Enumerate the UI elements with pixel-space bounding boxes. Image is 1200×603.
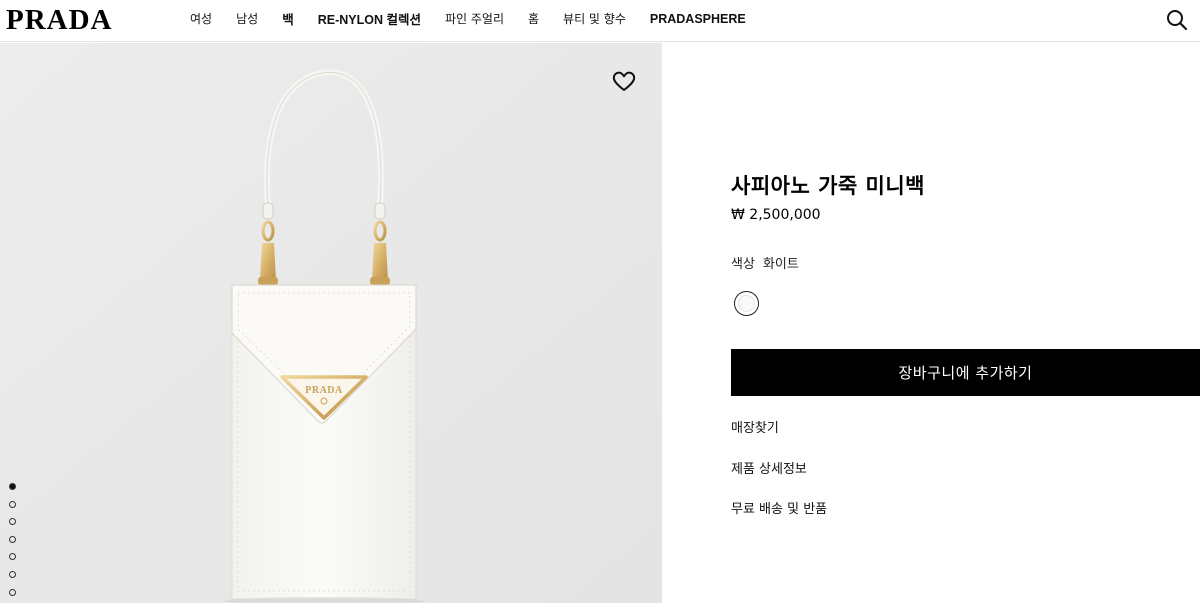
logo-text: PRADA: [6, 4, 113, 33]
product-details-link[interactable]: 제품 상세정보: [731, 458, 807, 477]
gallery-dot[interactable]: [9, 570, 16, 578]
color-selector-label: 색상 화이트: [731, 253, 799, 272]
color-swatch-white[interactable]: [734, 291, 759, 316]
gallery-dot[interactable]: [9, 535, 16, 543]
nav-bags[interactable]: 백: [282, 9, 294, 28]
product-image: PRADA: [0, 43, 662, 603]
gallery-dot[interactable]: [9, 500, 16, 508]
shipping-returns-link[interactable]: 무료 배송 및 반품: [731, 498, 827, 517]
gallery-dot[interactable]: [9, 588, 16, 596]
gallery-dot[interactable]: [9, 553, 16, 561]
nav-beauty-fragrance[interactable]: 뷰티 및 향수: [563, 10, 626, 27]
main-nav: 여성 남성 백 RE-NYLON 컬렉션 파인 주얼리 홈 뷰티 및 향수 PR…: [190, 0, 770, 37]
nav-fine-jewelry[interactable]: 파인 주얼리: [445, 10, 504, 27]
nav-men[interactable]: 남성: [236, 10, 258, 27]
gallery-dot[interactable]: [9, 518, 16, 526]
gallery-dot[interactable]: [9, 483, 16, 490]
gallery-pagination: [9, 483, 17, 603]
nav-re-nylon[interactable]: RE-NYLON 컬렉션: [318, 9, 421, 28]
color-label: 색상: [731, 257, 755, 272]
product-info: 사피아노 가죽 미니백 ₩ 2,500,000 색상 화이트 장바구니에 추가하기…: [731, 0, 1200, 603]
prada-logo[interactable]: PRADA: [6, 3, 140, 33]
product-title: 사피아노 가죽 미니백: [731, 174, 926, 198]
store-finder-link[interactable]: 매장찾기: [731, 417, 779, 436]
heart-icon[interactable]: [612, 70, 636, 92]
swatch-fill: [738, 295, 755, 312]
product-gallery[interactable]: PRADA: [0, 43, 662, 603]
bag-plaque-text: PRADA: [305, 385, 343, 396]
product-price: ₩ 2,500,000: [731, 207, 821, 223]
color-value: 화이트: [762, 257, 799, 272]
nav-home[interactable]: 홈: [528, 10, 539, 27]
add-to-cart-button[interactable]: 장바구니에 추가하기: [731, 349, 1200, 396]
nav-women[interactable]: 여성: [190, 10, 212, 27]
